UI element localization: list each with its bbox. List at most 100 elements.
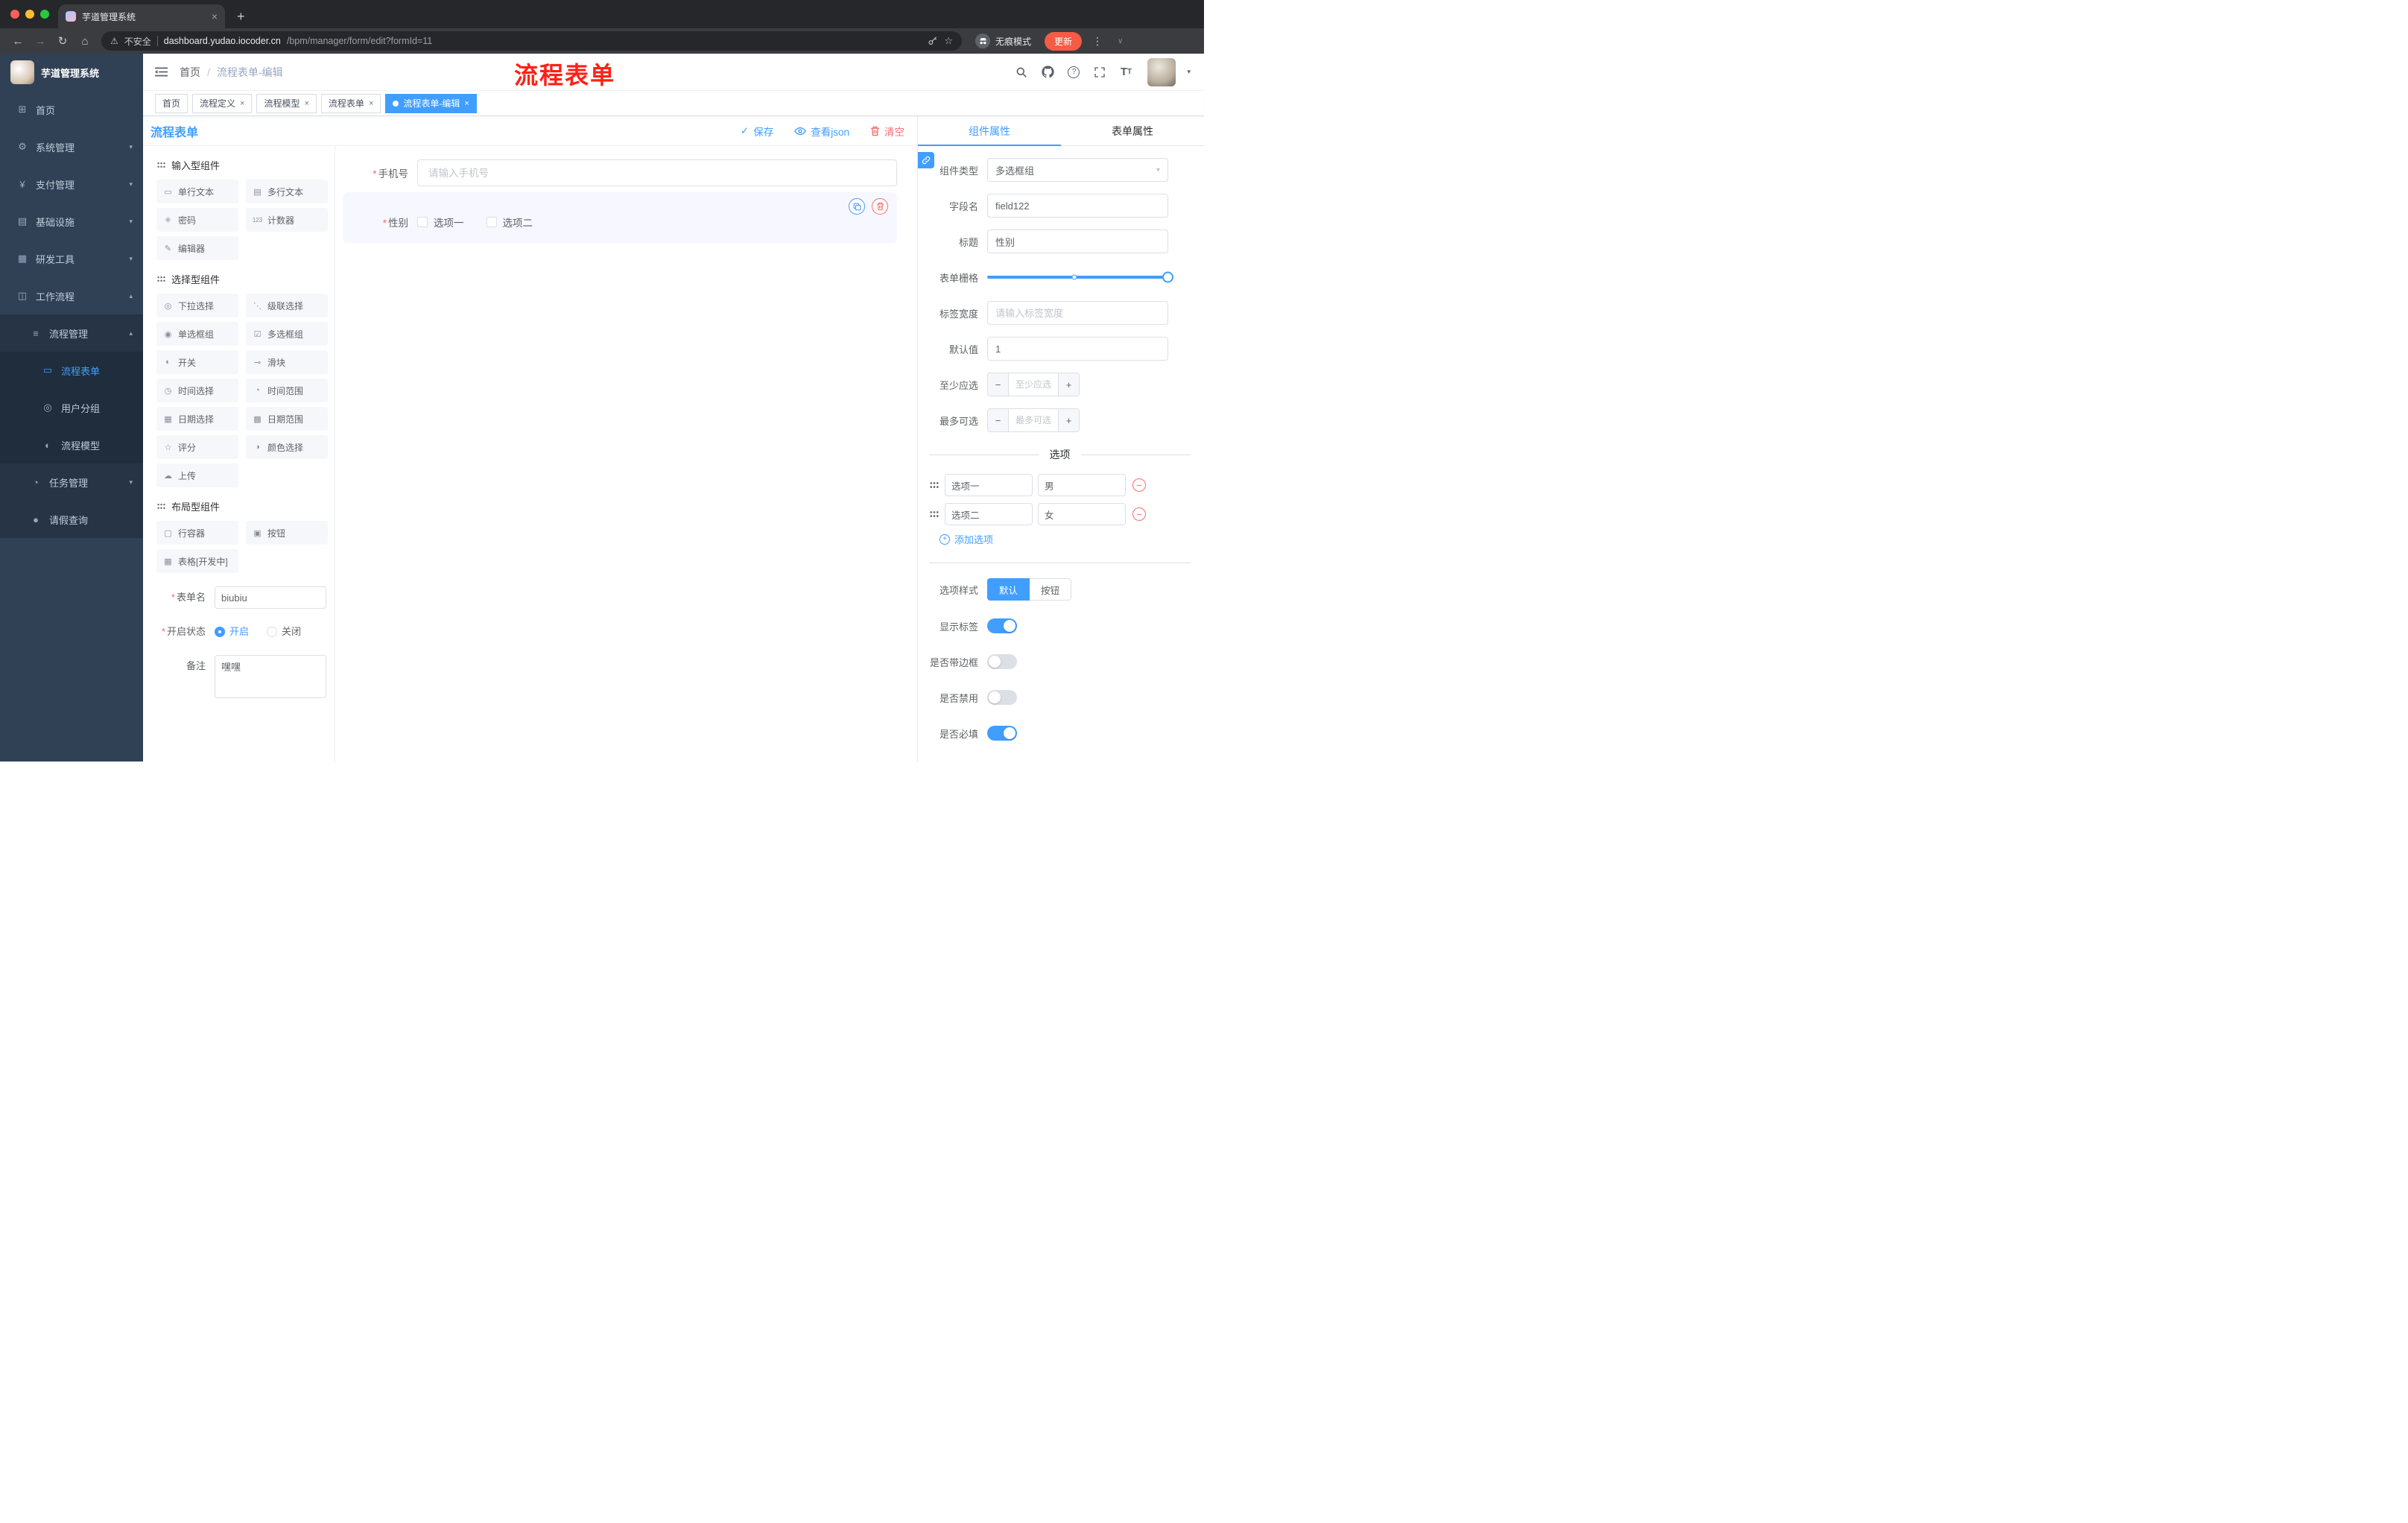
sidebar-item-infrastructure[interactable]: ▤ 基础设施 ▾: [0, 203, 143, 240]
gender-option1-checkbox[interactable]: 选项一: [417, 215, 464, 229]
palette-item-time-picker[interactable]: ◷ 时间选择: [156, 379, 238, 402]
palette-item-upload[interactable]: ☁ 上传: [156, 463, 238, 487]
gender-option2-checkbox[interactable]: 选项二: [486, 215, 533, 229]
increase-icon[interactable]: +: [1058, 373, 1079, 396]
palette-item-cascader[interactable]: ⋱ 级联选择: [246, 294, 328, 317]
palette-item-password[interactable]: ✳ 密码: [156, 208, 238, 232]
address-bar[interactable]: ⚠ 不安全 dashboard.yudao.iocoder.cn/bpm/man…: [101, 31, 962, 51]
palette-item-table[interactable]: ▦ 表格[开发中]: [156, 549, 238, 573]
copy-field-icon[interactable]: [849, 198, 865, 215]
min-select-input[interactable]: [1009, 373, 1058, 396]
form-remark-textarea[interactable]: 嘿嘿: [215, 655, 326, 698]
sidebar-item-payment-mgmt[interactable]: ¥ 支付管理 ▾: [0, 165, 143, 203]
tab-process-definition[interactable]: 流程定义 ×: [192, 93, 253, 113]
field-name-input[interactable]: [987, 194, 1168, 218]
disabled-switch[interactable]: [987, 690, 1017, 705]
browser-update-button[interactable]: 更新: [1045, 31, 1083, 51]
status-off-radio[interactable]: 关闭: [267, 621, 301, 643]
palette-item-editor[interactable]: ✎ 编辑器: [156, 236, 238, 260]
max-select-input[interactable]: [1009, 409, 1058, 431]
show-label-switch[interactable]: [987, 618, 1017, 633]
breadcrumb-home[interactable]: 首页: [180, 65, 200, 80]
phone-input[interactable]: [417, 159, 897, 186]
palette-item-time-range[interactable]: ◔ 时间范围: [246, 379, 328, 402]
drag-handle-icon[interactable]: [929, 510, 940, 519]
sidebar-item-workflow[interactable]: ◫ 工作流程 ▴: [0, 277, 143, 314]
option-label-input[interactable]: [945, 474, 1033, 496]
style-default-button[interactable]: 默认: [987, 578, 1030, 601]
component-type-select[interactable]: 多选框组 ▾: [987, 158, 1168, 182]
option-value-input[interactable]: [1038, 503, 1126, 525]
font-size-icon[interactable]: TT: [1118, 65, 1133, 80]
decrease-icon[interactable]: −: [988, 373, 1009, 396]
palette-item-single-text[interactable]: ▭ 单行文本: [156, 180, 238, 203]
new-tab-button[interactable]: +: [237, 10, 245, 23]
bookmark-star-icon[interactable]: ☆: [944, 35, 953, 47]
tab-component-props[interactable]: 组件属性: [918, 116, 1061, 146]
remove-option-icon[interactable]: −: [1132, 507, 1146, 521]
option-label-input[interactable]: [945, 503, 1033, 525]
back-icon[interactable]: ←: [9, 35, 27, 48]
sidebar-item-process-mgmt[interactable]: ≡ 流程管理 ▴: [0, 314, 143, 352]
brand[interactable]: 芋道管理系统: [0, 54, 143, 91]
field-gender-selected[interactable]: * 性别 选项一 选项二: [343, 192, 897, 243]
option-value-input[interactable]: [1038, 474, 1126, 496]
avatar-caret-icon[interactable]: ▾: [1187, 68, 1191, 76]
close-icon[interactable]: ×: [369, 99, 373, 108]
form-canvas[interactable]: * 手机号 请输入手机号 * 性别 选项一 选项二: [335, 146, 917, 762]
browser-menu-icon[interactable]: ⋮: [1092, 35, 1103, 48]
minimize-window-button[interactable]: [25, 10, 34, 19]
close-icon[interactable]: ×: [304, 99, 308, 108]
user-avatar[interactable]: [1147, 57, 1176, 86]
tab-process-form-edit[interactable]: 流程表单-编辑 ×: [385, 93, 477, 113]
sidebar-item-leave-query[interactable]: ● 请假查询: [0, 501, 143, 538]
status-on-radio[interactable]: 开启: [215, 621, 249, 643]
close-icon[interactable]: ×: [464, 99, 469, 108]
security-label[interactable]: 不安全: [124, 35, 151, 48]
form-name-input[interactable]: [215, 586, 326, 609]
remove-option-icon[interactable]: −: [1132, 478, 1146, 492]
browser-tab[interactable]: 芋道管理系统 ×: [58, 4, 225, 28]
help-icon[interactable]: ?: [1066, 65, 1081, 80]
macos-window-controls[interactable]: [10, 10, 49, 19]
delete-field-icon[interactable]: [872, 198, 888, 215]
sidebar-item-process-model[interactable]: ◐ 流程模型: [0, 426, 143, 463]
label-width-input[interactable]: [987, 301, 1168, 325]
close-window-button[interactable]: [10, 10, 19, 19]
tab-home[interactable]: 首页: [155, 93, 188, 113]
palette-item-multi-text[interactable]: ▤ 多行文本: [246, 180, 328, 203]
fullscreen-icon[interactable]: [1092, 65, 1107, 80]
palette-item-date-picker[interactable]: ▦ 日期选择: [156, 407, 238, 431]
add-option-button[interactable]: + 添加选项: [940, 532, 1168, 546]
home-icon[interactable]: ⌂: [76, 35, 94, 48]
forward-icon[interactable]: →: [31, 35, 49, 48]
palette-item-radio-group[interactable]: ◉ 单选框组: [156, 322, 238, 346]
view-json-button[interactable]: 查看json: [794, 124, 849, 139]
default-value-input[interactable]: [987, 337, 1168, 361]
title-input[interactable]: [987, 229, 1168, 253]
required-switch[interactable]: [987, 726, 1017, 741]
palette-item-switch[interactable]: ◐ 开关: [156, 350, 238, 374]
palette-item-row-container[interactable]: ▢ 行容器: [156, 521, 238, 545]
border-switch[interactable]: [987, 654, 1017, 669]
github-icon[interactable]: [1040, 65, 1055, 80]
reload-icon[interactable]: ↻: [54, 34, 72, 48]
drag-handle-icon[interactable]: [929, 481, 940, 490]
increase-icon[interactable]: +: [1058, 409, 1079, 431]
tab-close-icon[interactable]: ×: [212, 11, 218, 22]
search-icon[interactable]: [1014, 65, 1029, 80]
save-button[interactable]: ✓ 保存: [741, 124, 773, 139]
link-affix-icon[interactable]: [918, 152, 934, 168]
decrease-icon[interactable]: −: [988, 409, 1009, 431]
palette-item-rate[interactable]: ☆ 评分: [156, 435, 238, 459]
sidebar-item-task-mgmt[interactable]: ◔ 任务管理 ▾: [0, 463, 143, 501]
close-icon[interactable]: ×: [240, 99, 244, 108]
zoom-window-button[interactable]: [40, 10, 49, 19]
tab-process-form[interactable]: 流程表单 ×: [320, 93, 381, 113]
sidebar-item-system-mgmt[interactable]: ⚙ 系统管理 ▾: [0, 128, 143, 165]
palette-item-button[interactable]: ▣ 按钮: [246, 521, 328, 545]
password-key-icon[interactable]: [928, 36, 938, 46]
sidebar-item-home[interactable]: ⊞ 首页: [0, 91, 143, 128]
palette-item-counter[interactable]: 123 计数器: [246, 208, 328, 232]
sidebar-item-process-form[interactable]: ▭ 流程表单: [0, 352, 143, 389]
